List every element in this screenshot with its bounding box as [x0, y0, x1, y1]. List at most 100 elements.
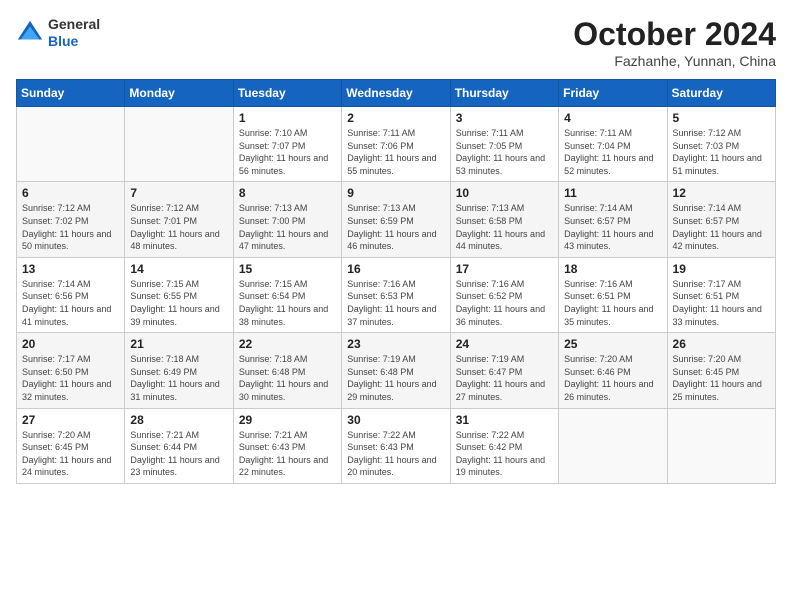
day-info: Sunrise: 7:16 AMSunset: 6:53 PMDaylight:…: [347, 278, 444, 328]
day-info: Sunrise: 7:21 AMSunset: 6:44 PMDaylight:…: [130, 429, 227, 479]
day-number: 21: [130, 337, 227, 351]
calendar-cell: 3Sunrise: 7:11 AMSunset: 7:05 PMDaylight…: [450, 107, 558, 182]
calendar-cell: 28 Sunrise: 7:21 AMSunset: 6:44 PMDayligh…: [125, 408, 233, 483]
calendar-cell: 24 Sunrise: 7:19 AMSunset: 6:47 PMDayligh…: [450, 333, 558, 408]
day-number: 19: [673, 262, 770, 276]
calendar-cell: 31Sunrise: 7:22 AMSunset: 6:42 PMDayligh…: [450, 408, 558, 483]
day-info: Sunrise: 7:13 AMSunset: 7:00 PMDaylight:…: [239, 202, 336, 252]
day-info: Sunrise: 7:21 AMSunset: 6:43 PMDaylight:…: [239, 429, 336, 479]
calendar-cell: [17, 107, 125, 182]
day-number: 7: [130, 186, 227, 200]
logo: General Blue: [16, 16, 100, 50]
day-info: Sunrise: 7:12 AMSunset: 7:03 PMDaylight:…: [673, 127, 770, 177]
calendar-week-row: 20 Sunrise: 7:17 AMSunset: 6:50 PMDayligh…: [17, 333, 776, 408]
month-title: October 2024: [573, 16, 776, 53]
weekday-header: Monday: [125, 80, 233, 107]
day-info: Sunrise: 7:14 AMSunset: 6:56 PMDaylight:…: [22, 278, 119, 328]
day-number: 9: [347, 186, 444, 200]
day-number: 25: [564, 337, 661, 351]
day-number: 27: [22, 413, 119, 427]
calendar-cell: 19 Sunrise: 7:17 AMSunset: 6:51 PMDayligh…: [667, 257, 775, 332]
day-number: 5: [673, 111, 770, 125]
calendar-cell: 2 Sunrise: 7:11 AMSunset: 7:06 PMDaylight…: [342, 107, 450, 182]
day-number: 20: [22, 337, 119, 351]
calendar-cell: 5 Sunrise: 7:12 AMSunset: 7:03 PMDaylight…: [667, 107, 775, 182]
logo-icon: [16, 19, 44, 47]
day-info: Sunrise: 7:19 AMSunset: 6:47 PMDaylight:…: [456, 353, 553, 403]
calendar-cell: 16 Sunrise: 7:16 AMSunset: 6:53 PMDayligh…: [342, 257, 450, 332]
day-info: Sunrise: 7:13 AMSunset: 6:58 PMDaylight:…: [456, 202, 553, 252]
calendar-cell: 23 Sunrise: 7:19 AMSunset: 6:48 PMDayligh…: [342, 333, 450, 408]
day-info: Sunrise: 7:16 AMSunset: 6:51 PMDaylight:…: [564, 278, 661, 328]
day-number: 17: [456, 262, 553, 276]
calendar-cell: 15 Sunrise: 7:15 AMSunset: 6:54 PMDayligh…: [233, 257, 341, 332]
calendar-cell: [559, 408, 667, 483]
weekday-header: Thursday: [450, 80, 558, 107]
calendar-cell: 26Sunrise: 7:20 AMSunset: 6:45 PMDayligh…: [667, 333, 775, 408]
day-number: 8: [239, 186, 336, 200]
page-header: General Blue October 2024 Fazhanhe, Yunn…: [16, 16, 776, 69]
calendar-cell: 1 Sunrise: 7:10 AMSunset: 7:07 PMDaylight…: [233, 107, 341, 182]
day-number: 29: [239, 413, 336, 427]
logo-general: General: [48, 16, 100, 33]
day-info: Sunrise: 7:17 AMSunset: 6:50 PMDaylight:…: [22, 353, 119, 403]
day-number: 18: [564, 262, 661, 276]
calendar-cell: 11Sunrise: 7:14 AMSunset: 6:57 PMDayligh…: [559, 182, 667, 257]
day-info: Sunrise: 7:11 AMSunset: 7:04 PMDaylight:…: [564, 127, 661, 177]
day-info: Sunrise: 7:22 AMSunset: 6:43 PMDaylight:…: [347, 429, 444, 479]
calendar-cell: 6Sunrise: 7:12 AMSunset: 7:02 PMDaylight…: [17, 182, 125, 257]
calendar-cell: 29 Sunrise: 7:21 AMSunset: 6:43 PMDayligh…: [233, 408, 341, 483]
logo-text: General Blue: [48, 16, 100, 50]
calendar-cell: 13 Sunrise: 7:14 AMSunset: 6:56 PMDayligh…: [17, 257, 125, 332]
logo-blue: Blue: [48, 33, 100, 50]
day-info: Sunrise: 7:11 AMSunset: 7:06 PMDaylight:…: [347, 127, 444, 177]
day-info: Sunrise: 7:15 AMSunset: 6:54 PMDaylight:…: [239, 278, 336, 328]
day-number: 22: [239, 337, 336, 351]
day-number: 13: [22, 262, 119, 276]
day-number: 28: [130, 413, 227, 427]
calendar-cell: [667, 408, 775, 483]
day-info: Sunrise: 7:18 AMSunset: 6:48 PMDaylight:…: [239, 353, 336, 403]
day-info: Sunrise: 7:18 AMSunset: 6:49 PMDaylight:…: [130, 353, 227, 403]
day-number: 30: [347, 413, 444, 427]
calendar-week-row: 6Sunrise: 7:12 AMSunset: 7:02 PMDaylight…: [17, 182, 776, 257]
day-number: 24: [456, 337, 553, 351]
calendar-cell: 10Sunrise: 7:13 AMSunset: 6:58 PMDayligh…: [450, 182, 558, 257]
calendar-cell: 7 Sunrise: 7:12 AMSunset: 7:01 PMDaylight…: [125, 182, 233, 257]
calendar-cell: 4 Sunrise: 7:11 AMSunset: 7:04 PMDaylight…: [559, 107, 667, 182]
calendar-week-row: 13 Sunrise: 7:14 AMSunset: 6:56 PMDayligh…: [17, 257, 776, 332]
day-info: Sunrise: 7:10 AMSunset: 7:07 PMDaylight:…: [239, 127, 336, 177]
day-info: Sunrise: 7:11 AMSunset: 7:05 PMDaylight:…: [456, 127, 553, 177]
weekday-header: Friday: [559, 80, 667, 107]
day-info: Sunrise: 7:17 AMSunset: 6:51 PMDaylight:…: [673, 278, 770, 328]
calendar-cell: 9 Sunrise: 7:13 AMSunset: 6:59 PMDaylight…: [342, 182, 450, 257]
calendar-header-row: SundayMondayTuesdayWednesdayThursdayFrid…: [17, 80, 776, 107]
calendar-table: SundayMondayTuesdayWednesdayThursdayFrid…: [16, 79, 776, 484]
calendar-cell: 20 Sunrise: 7:17 AMSunset: 6:50 PMDayligh…: [17, 333, 125, 408]
day-number: 14: [130, 262, 227, 276]
calendar-cell: 12Sunrise: 7:14 AMSunset: 6:57 PMDayligh…: [667, 182, 775, 257]
calendar-cell: 30 Sunrise: 7:22 AMSunset: 6:43 PMDayligh…: [342, 408, 450, 483]
day-info: Sunrise: 7:15 AMSunset: 6:55 PMDaylight:…: [130, 278, 227, 328]
title-block: October 2024 Fazhanhe, Yunnan, China: [573, 16, 776, 69]
day-number: 31: [456, 413, 553, 427]
day-info: Sunrise: 7:20 AMSunset: 6:46 PMDaylight:…: [564, 353, 661, 403]
day-number: 11: [564, 186, 661, 200]
day-number: 4: [564, 111, 661, 125]
location: Fazhanhe, Yunnan, China: [573, 53, 776, 69]
day-number: 15: [239, 262, 336, 276]
day-info: Sunrise: 7:12 AMSunset: 7:01 PMDaylight:…: [130, 202, 227, 252]
day-info: Sunrise: 7:13 AMSunset: 6:59 PMDaylight:…: [347, 202, 444, 252]
calendar-cell: 14 Sunrise: 7:15 AMSunset: 6:55 PMDayligh…: [125, 257, 233, 332]
day-number: 1: [239, 111, 336, 125]
weekday-header: Tuesday: [233, 80, 341, 107]
day-number: 23: [347, 337, 444, 351]
day-number: 16: [347, 262, 444, 276]
day-info: Sunrise: 7:19 AMSunset: 6:48 PMDaylight:…: [347, 353, 444, 403]
calendar-cell: 8 Sunrise: 7:13 AMSunset: 7:00 PMDaylight…: [233, 182, 341, 257]
day-number: 2: [347, 111, 444, 125]
calendar-cell: 21 Sunrise: 7:18 AMSunset: 6:49 PMDayligh…: [125, 333, 233, 408]
weekday-header: Wednesday: [342, 80, 450, 107]
day-number: 6: [22, 186, 119, 200]
calendar-cell: 18 Sunrise: 7:16 AMSunset: 6:51 PMDayligh…: [559, 257, 667, 332]
